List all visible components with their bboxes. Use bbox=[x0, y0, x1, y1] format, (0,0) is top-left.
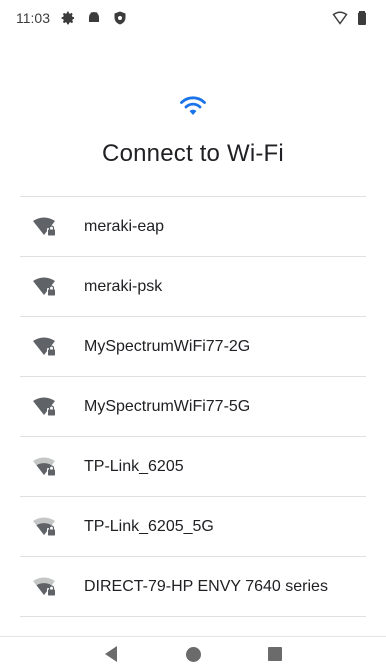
network-name: DIRECT-79-HP ENVY 7640 series bbox=[84, 577, 328, 595]
navigation-bar bbox=[0, 636, 386, 671]
gear-icon bbox=[60, 10, 76, 26]
network-name: MySpectrumWiFi77-2G bbox=[84, 337, 251, 355]
shield-icon bbox=[112, 10, 128, 26]
network-name: TP-Link_6205 bbox=[84, 457, 184, 475]
android-icon bbox=[86, 10, 102, 26]
network-list: meraki-eap meraki-psk MySpectrumWiFi77-2… bbox=[20, 196, 366, 617]
network-item[interactable]: DIRECT-79-HP ENVY 7640 series bbox=[20, 557, 366, 617]
header: Connect to Wi-Fi bbox=[0, 92, 386, 168]
wifi-lock-strong-icon bbox=[32, 276, 58, 298]
network-item[interactable]: meraki-psk bbox=[20, 257, 366, 317]
wifi-lock-medium-icon bbox=[32, 516, 58, 538]
status-right bbox=[332, 10, 370, 26]
network-item[interactable]: MySpectrumWiFi77-2G bbox=[20, 317, 366, 377]
recents-icon bbox=[268, 647, 282, 661]
back-button[interactable] bbox=[100, 643, 122, 665]
wifi-outline-icon bbox=[332, 10, 348, 26]
status-time: 11:03 bbox=[16, 10, 50, 26]
wifi-lock-medium-icon bbox=[32, 576, 58, 598]
wifi-lock-strong-icon bbox=[32, 396, 58, 418]
network-item[interactable]: TP-Link_6205_5G bbox=[20, 497, 366, 557]
recents-button[interactable] bbox=[264, 643, 286, 665]
page-title: Connect to Wi-Fi bbox=[102, 140, 284, 167]
network-name: TP-Link_6205_5G bbox=[84, 517, 214, 535]
wifi-icon bbox=[179, 92, 207, 120]
wifi-lock-strong-icon bbox=[32, 216, 58, 238]
status-bar: 11:03 bbox=[0, 0, 386, 36]
network-name: meraki-psk bbox=[84, 277, 163, 295]
network-name: meraki-eap bbox=[84, 217, 165, 235]
home-button[interactable] bbox=[182, 643, 204, 665]
network-item[interactable]: MySpectrumWiFi77-5G bbox=[20, 377, 366, 437]
home-icon bbox=[185, 646, 201, 662]
wifi-lock-strong-icon bbox=[32, 336, 58, 358]
wifi-lock-medium-icon bbox=[32, 456, 58, 478]
network-item[interactable]: meraki-eap bbox=[20, 197, 366, 257]
network-item[interactable]: TP-Link_6205 bbox=[20, 437, 366, 497]
status-left: 11:03 bbox=[16, 10, 128, 26]
back-icon bbox=[105, 646, 117, 662]
network-name: MySpectrumWiFi77-5G bbox=[84, 397, 251, 415]
battery-icon bbox=[354, 10, 370, 26]
